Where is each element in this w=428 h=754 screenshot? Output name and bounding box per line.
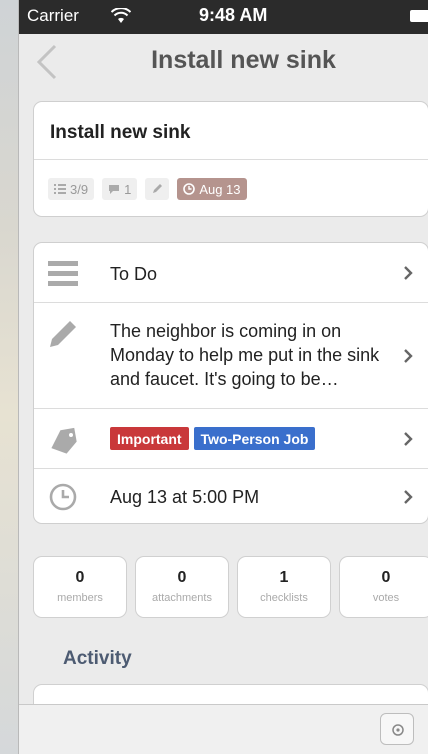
card-details: To Do The neighbor is coming in on Monda… [33, 242, 428, 524]
label-list: Important Two-Person Job [110, 427, 316, 450]
list-row[interactable]: To Do [34, 243, 428, 303]
comment-icon [109, 184, 120, 194]
list-name: To Do [110, 264, 158, 284]
counter-label: votes [372, 592, 400, 604]
card-badges: 3/9 1 Aug 13 [34, 160, 428, 200]
checklist-badge: 3/9 [48, 178, 95, 200]
counter-label: attachments [152, 592, 212, 604]
counter-value: 1 [279, 569, 289, 586]
card-header: Install new sink 3/9 1 Aug 13 [33, 101, 428, 217]
checklist-icon [54, 184, 66, 194]
circle-icon [392, 724, 404, 736]
chevron-right-icon [404, 265, 413, 280]
wifi-icon [111, 8, 131, 23]
counter-value: 0 [381, 569, 391, 586]
phone-screen: Carrier 9:48 AM Install new sink Install… [18, 0, 428, 754]
attachments-counter[interactable]: 0 attachments [135, 556, 229, 618]
label-two-person-job: Two-Person Job [193, 427, 316, 450]
due-date-badge: Aug 13 [177, 178, 247, 200]
chevron-right-icon [404, 431, 413, 446]
chevron-right-icon [404, 348, 413, 363]
activity-heading: Activity [63, 648, 132, 669]
counter-label: members [57, 592, 103, 604]
bottom-toolbar [19, 704, 428, 754]
card-name[interactable]: Install new sink [34, 102, 428, 160]
pencil-icon [153, 184, 163, 193]
carrier-label: Carrier [27, 6, 79, 25]
add-comment-button[interactable] [380, 713, 414, 745]
counter-value: 0 [75, 569, 85, 586]
status-bar: Carrier 9:48 AM [19, 0, 428, 34]
battery-icon [410, 10, 428, 22]
comments-count: 1 [124, 181, 132, 197]
page-title: Install new sink [151, 46, 336, 74]
pencil-icon [50, 321, 76, 347]
clock-icon [49, 483, 77, 511]
checklists-counter[interactable]: 1 checklists [237, 556, 331, 618]
description-text: The neighbor is coming in on Monday to h… [110, 321, 380, 389]
counter-label: checklists [260, 592, 308, 604]
nav-bar: Install new sink [19, 34, 428, 88]
comments-badge: 1 [102, 178, 138, 200]
list-icon [48, 261, 78, 286]
back-chevron-icon[interactable] [31, 42, 63, 82]
members-counter[interactable]: 0 members [33, 556, 127, 618]
clock: 9:48 AM [199, 5, 268, 25]
counter-row: 0 members 0 attachments 1 checklists 0 v… [33, 556, 428, 618]
checklist-count: 3/9 [70, 181, 89, 197]
label-important: Important [110, 427, 189, 450]
clock-icon [183, 183, 196, 195]
tag-icon [51, 427, 77, 454]
due-date-row[interactable]: Aug 13 at 5:00 PM [34, 469, 428, 525]
counter-value: 0 [177, 569, 187, 586]
due-date-text: Aug 13 at 5:00 PM [110, 487, 260, 507]
description-badge [145, 178, 170, 200]
due-date-short: Aug 13 [199, 181, 241, 197]
chevron-right-icon [404, 490, 413, 504]
votes-counter[interactable]: 0 votes [339, 556, 428, 618]
description-row[interactable]: The neighbor is coming in on Monday to h… [34, 303, 428, 409]
labels-row[interactable]: Important Two-Person Job [34, 409, 428, 469]
